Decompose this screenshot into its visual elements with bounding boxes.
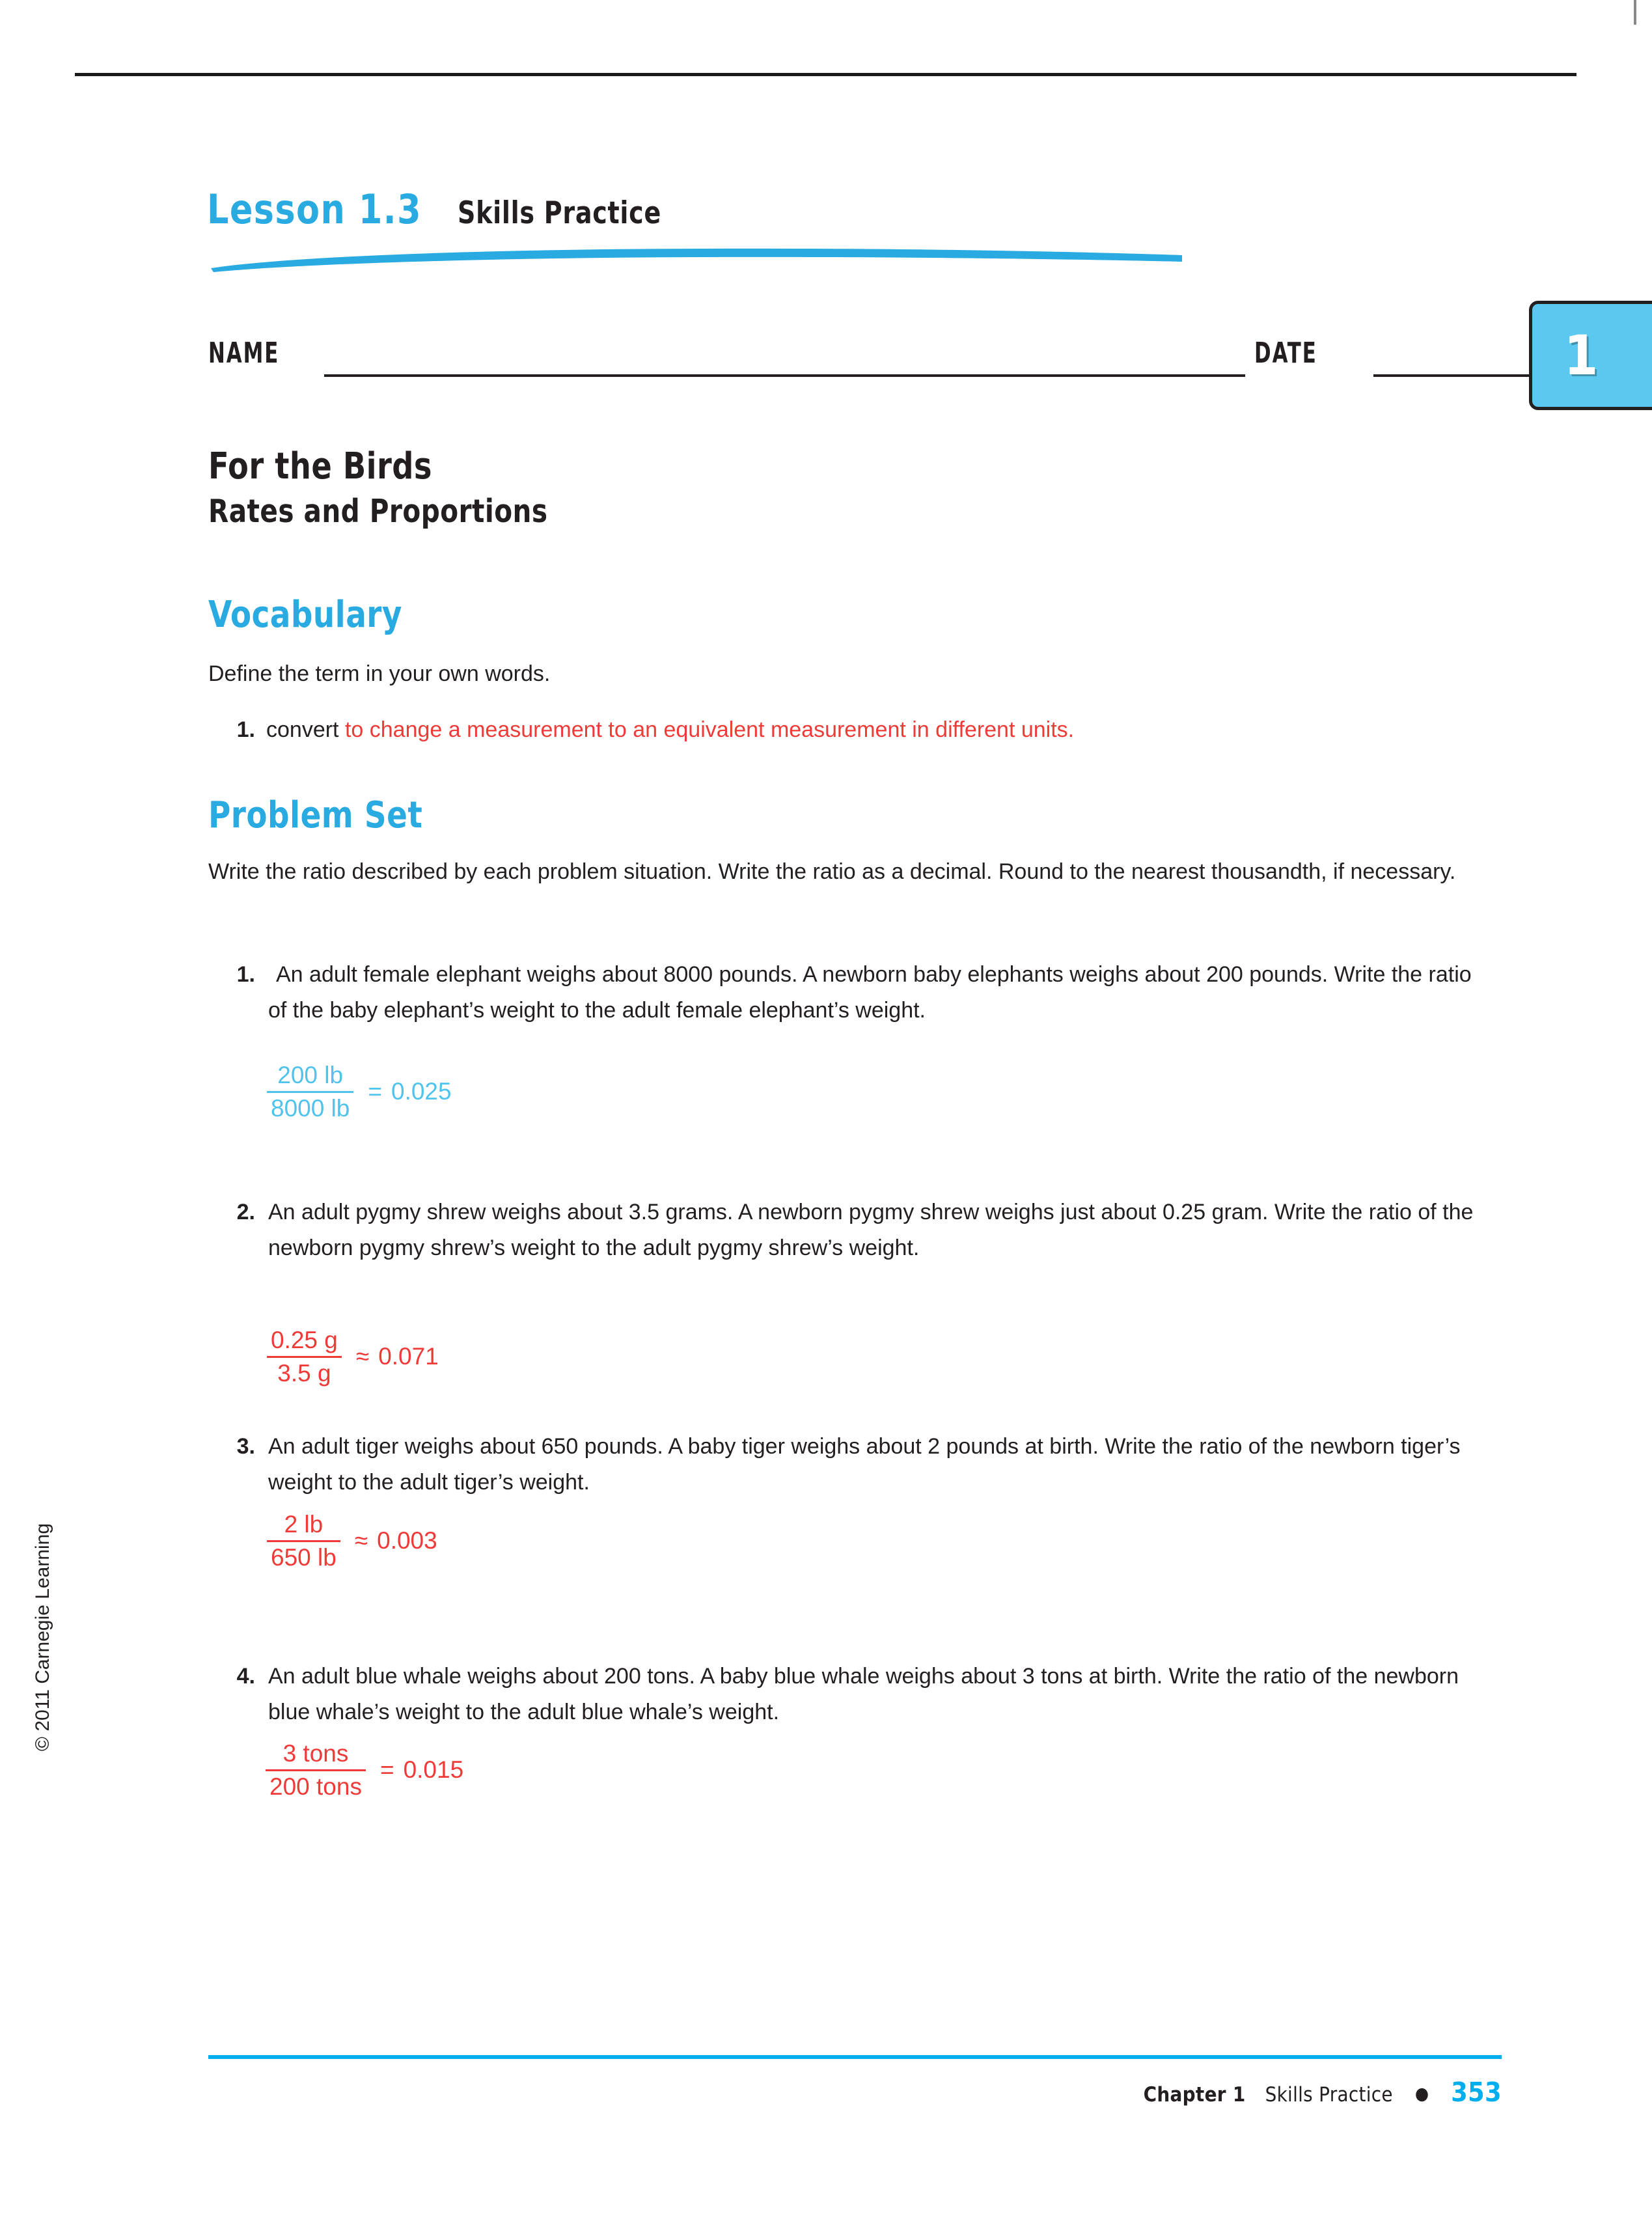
problem-answer: 0.25 g 3.5 g ≈ 0.071 xyxy=(260,1326,439,1387)
lesson-title: For the Birds xyxy=(208,445,432,488)
footer: Chapter 1 Skills Practice ● 353 xyxy=(651,2077,1502,2108)
problem-number: 1. xyxy=(236,962,255,987)
problem-answer: 2 lb 650 lb ≈ 0.003 xyxy=(260,1510,437,1571)
answer-result-value: 0.003 xyxy=(377,1527,437,1554)
problem-item: 2. An adult pygmy shrew weighs about 3.5… xyxy=(227,1195,1483,1266)
answer-result-value: 0.071 xyxy=(378,1343,439,1370)
copyright-notice: © 2011 Carnegie Learning xyxy=(32,1523,53,1752)
worksheet-page: Lesson 1.3 Skills Practice NAME DATE 1 F… xyxy=(0,0,1652,2238)
page-number: 353 xyxy=(1451,2077,1502,2108)
vocabulary-item-number: 1. xyxy=(236,717,255,742)
answer-fraction: 0.25 g 3.5 g xyxy=(260,1326,348,1387)
name-date-row: NAME DATE xyxy=(208,335,1652,377)
lesson-subtitle: Rates and Proportions xyxy=(208,492,548,530)
name-input-line[interactable] xyxy=(324,374,1245,377)
crop-mark-top-right xyxy=(1634,0,1636,25)
fraction-numerator: 200 lb xyxy=(277,1062,344,1088)
problem-number: 4. xyxy=(236,1664,255,1689)
problem-item: 4. An adult blue whale weighs about 200 … xyxy=(227,1659,1483,1730)
problem-item: 1. An adult female elephant weighs about… xyxy=(227,957,1483,1029)
answer-relation-symbol: ≈ xyxy=(355,1343,370,1370)
problem-text: An adult female elephant weighs about 80… xyxy=(268,962,1472,1023)
vocabulary-item: 1. convert to change a measurement to an… xyxy=(227,712,1463,748)
footer-bullet-icon: ● xyxy=(1414,2084,1429,2104)
blue-swoosh-decoration xyxy=(211,248,1182,272)
vocabulary-definition-answer: to change a measurement to an equivalent… xyxy=(344,717,1075,742)
footer-chapter-label: Chapter 1 xyxy=(1143,2083,1246,2107)
lesson-number-label: Lesson 1.3 xyxy=(207,186,422,233)
answer-fraction: 3 tons 200 tons xyxy=(259,1739,372,1801)
problem-number: 2. xyxy=(236,1200,255,1224)
fraction-numerator: 3 tons xyxy=(282,1740,349,1767)
problem-answer: 3 tons 200 tons = 0.015 xyxy=(259,1739,463,1801)
problem-text: An adult blue whale weighs about 200 ton… xyxy=(268,1664,1459,1725)
problem-set-heading: Problem Set xyxy=(208,794,423,836)
lesson-header: Lesson 1.3 Skills Practice xyxy=(207,186,684,233)
fraction-denominator: 3.5 g xyxy=(277,1359,331,1387)
top-rule xyxy=(75,73,1576,76)
problem-answer: 200 lb 8000 lb = 0.025 xyxy=(260,1061,452,1122)
vocabulary-heading: Vocabulary xyxy=(208,594,402,636)
fraction-denominator: 650 lb xyxy=(271,1543,337,1571)
vocabulary-instruction: Define the term in your own words. xyxy=(208,661,551,686)
vocabulary-item-body: convert to change a measurement to an eq… xyxy=(266,712,1074,748)
problem-item: 3. An adult tiger weighs about 650 pound… xyxy=(227,1429,1483,1500)
skills-practice-label: Skills Practice xyxy=(458,195,662,231)
answer-result-value: 0.025 xyxy=(391,1078,452,1105)
answer-result-value: 0.015 xyxy=(403,1756,464,1784)
chapter-tab-number: 1 xyxy=(1563,324,1599,387)
fraction-numerator: 0.25 g xyxy=(271,1327,338,1353)
chapter-tab: 1 xyxy=(1529,301,1652,410)
answer-relation-symbol: = xyxy=(379,1756,394,1784)
answer-fraction: 2 lb 650 lb xyxy=(260,1510,347,1571)
fraction-denominator: 8000 lb xyxy=(271,1094,350,1122)
footer-section-label: Skills Practice xyxy=(1265,2083,1393,2107)
date-label: DATE xyxy=(1254,337,1317,370)
problem-text: An adult tiger weighs about 650 pounds. … xyxy=(268,1434,1461,1495)
answer-relation-symbol: ≈ xyxy=(354,1527,368,1554)
vocabulary-term: convert xyxy=(266,717,339,742)
fraction-numerator: 2 lb xyxy=(284,1511,324,1538)
answer-relation-symbol: = xyxy=(368,1078,382,1105)
footer-rule xyxy=(208,2055,1502,2059)
fraction-denominator: 200 tons xyxy=(269,1773,362,1800)
problem-number: 3. xyxy=(236,1434,255,1459)
name-label: NAME xyxy=(208,337,280,370)
lesson-title-block: For the Birds Rates and Proportions xyxy=(208,443,577,532)
problem-set-instruction: Write the ratio described by each proble… xyxy=(208,859,1456,884)
problem-text: An adult pygmy shrew weighs about 3.5 gr… xyxy=(268,1200,1474,1261)
answer-fraction: 200 lb 8000 lb xyxy=(260,1061,360,1122)
